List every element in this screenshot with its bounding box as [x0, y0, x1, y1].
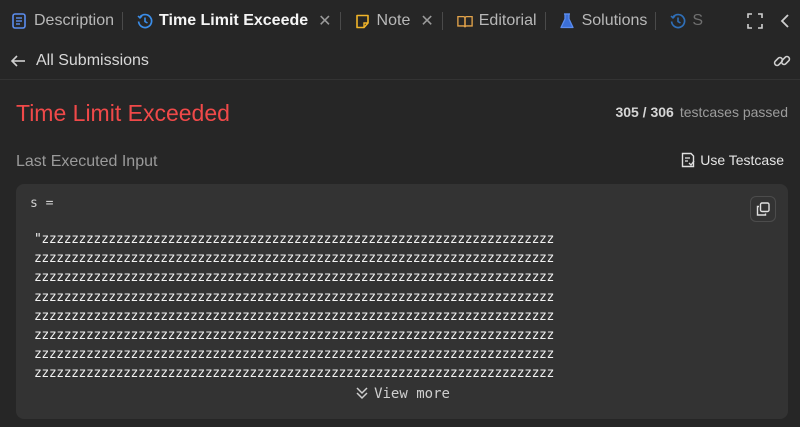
back-arrow-icon[interactable] [8, 51, 28, 71]
tab-label: Editorial [478, 12, 537, 29]
copy-icon[interactable] [750, 196, 776, 222]
tab-submissions[interactable]: S [658, 0, 709, 42]
status-title: Time Limit Exceeded [16, 100, 230, 126]
tab-label: Time Limit Exceede [159, 12, 309, 29]
close-icon[interactable]: ✕ [318, 11, 331, 31]
flask-icon [559, 13, 576, 29]
history-icon [670, 13, 686, 29]
tab-label: S [692, 12, 704, 29]
book-icon [456, 13, 473, 29]
tab-label: Solutions [581, 12, 648, 29]
code-line: zzzzzzzzzzzzzzzzzzzzzzzzzzzzzzzzzzzzzzzz… [34, 366, 554, 382]
tab-divider [544, 12, 546, 30]
link-icon[interactable] [772, 51, 792, 71]
tab-divider [441, 12, 443, 30]
tab-actions [734, 0, 800, 42]
code-line: zzzzzzzzzzzzzzzzzzzzzzzzzzzzzzzzzzzzzzzz… [34, 328, 554, 344]
input-value: "zzzzzzzzzzzzzzzzzzzzzzzzzzzzzzzzzzzzzzz… [34, 230, 774, 384]
tab-divider [122, 12, 124, 30]
close-icon[interactable]: ✕ [420, 11, 433, 31]
all-submissions-link[interactable]: All Submissions [36, 52, 149, 70]
tab-editorial[interactable]: Editorial [445, 0, 543, 42]
testcase-icon [681, 152, 697, 168]
tab-divider [655, 12, 657, 30]
tab-solutions[interactable]: Solutions [548, 0, 654, 42]
testcases-passed: 305 / 306 testcases passed [615, 104, 788, 120]
note-icon [355, 13, 371, 29]
tab-note[interactable]: Note ✕ [343, 0, 440, 42]
view-more-label: View more [374, 386, 450, 402]
fullscreen-icon[interactable] [740, 6, 770, 36]
submission-header: All Submissions [0, 42, 800, 80]
double-chevron-down-icon [354, 386, 370, 402]
tab-label: Note [376, 12, 411, 29]
last-executed-input-heading: Last Executed Input [16, 153, 158, 170]
code-line: zzzzzzzzzzzzzzzzzzzzzzzzzzzzzzzzzzzzzzzz… [34, 270, 554, 286]
input-box: s = "zzzzzzzzzzzzzzzzzzzzzzzzzzzzzzzzzzz… [16, 184, 788, 419]
code-line: "zzzzzzzzzzzzzzzzzzzzzzzzzzzzzzzzzzzzzzz… [34, 232, 554, 247]
description-icon [12, 13, 28, 29]
tab-bar: Description Time Limit Exceede ✕ Note ✕ … [0, 0, 800, 42]
use-testcase-button[interactable]: Use Testcase [681, 152, 784, 168]
submission-panel: All Submissions Time Limit Exceeded 305 … [0, 42, 800, 427]
variable-name: s = [30, 196, 54, 211]
use-testcase-label: Use Testcase [700, 152, 784, 168]
code-line: zzzzzzzzzzzzzzzzzzzzzzzzzzzzzzzzzzzzzzzz… [34, 308, 554, 324]
passed-suffix: testcases passed [679, 104, 788, 120]
tab-label: Description [34, 12, 115, 29]
tab-description[interactable]: Description [0, 0, 120, 42]
view-more-button[interactable]: View more [16, 386, 788, 402]
passed-count: 305 / 306 [615, 104, 674, 120]
code-line: zzzzzzzzzzzzzzzzzzzzzzzzzzzzzzzzzzzzzzzz… [34, 251, 554, 267]
chevron-left-icon[interactable] [770, 6, 800, 36]
code-line: zzzzzzzzzzzzzzzzzzzzzzzzzzzzzzzzzzzzzzzz… [34, 347, 554, 363]
tab-divider [339, 12, 341, 30]
history-icon [137, 13, 153, 29]
tab-submission-result[interactable]: Time Limit Exceede ✕ [125, 0, 338, 42]
code-line: zzzzzzzzzzzzzzzzzzzzzzzzzzzzzzzzzzzzzzzz… [34, 289, 554, 305]
